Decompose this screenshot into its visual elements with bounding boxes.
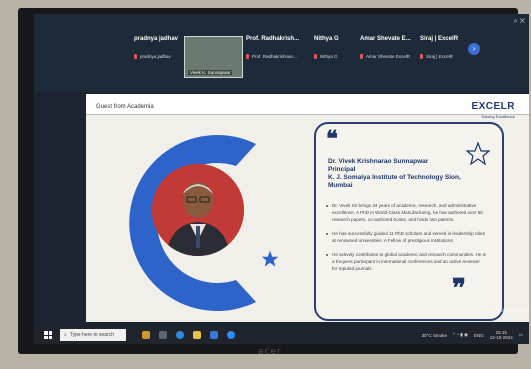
speaker-organization: K. J. Somaiya Institute of Technology Si… bbox=[328, 174, 461, 189]
mic-muted-icon bbox=[360, 54, 363, 60]
logo-tagline: Solving Excellence bbox=[481, 114, 515, 119]
pinned-apps bbox=[142, 331, 235, 339]
logo-word: EXCELR bbox=[471, 101, 515, 112]
taskbar-search-input[interactable]: ⌕ Type here to search bbox=[60, 329, 126, 341]
bio-bullets: Dr. Vivek Sir brings 34 years of academi… bbox=[326, 202, 486, 279]
participant-name: Prof. Radhakrish... bbox=[246, 36, 300, 42]
speaker-profile-card: ❝ Dr. Vivek Krishnarao Sunnapwar Princip… bbox=[314, 122, 504, 321]
windows-start-icon[interactable] bbox=[44, 331, 52, 339]
acer-logo: acer bbox=[258, 347, 282, 357]
bio-bullet: He has successfully guided 11 PhD schola… bbox=[326, 230, 486, 244]
windows-taskbar: ⌕ Type here to search 30°C Smoke ^ ◔ ▮ ◉… bbox=[34, 326, 529, 344]
close-quote-icon: ❞ bbox=[452, 274, 466, 304]
active-speaker-video[interactable]: Vivek K. Sunnapwar bbox=[184, 36, 243, 78]
participant-label: Nithya G bbox=[320, 54, 338, 59]
speaker-role: Principal bbox=[328, 166, 356, 173]
speaker-photo bbox=[152, 164, 244, 256]
clock-date: 12-10-2024 bbox=[489, 335, 513, 340]
participant-tile[interactable]: Siraj | ExcelR Siraj | ExcelR bbox=[420, 36, 459, 60]
participant-label: Siraj | ExcelR bbox=[426, 54, 453, 59]
task-view-icon[interactable] bbox=[159, 331, 167, 339]
store-icon[interactable] bbox=[210, 331, 218, 339]
search-placeholder: Type here to search bbox=[69, 332, 115, 338]
bio-bullet: He actively contributes to global academ… bbox=[326, 251, 486, 272]
star-icon bbox=[261, 250, 279, 267]
weather-widget[interactable]: 30°C Smoke bbox=[422, 333, 447, 338]
more-options-icon[interactable]: ⌕ ✕ bbox=[514, 18, 525, 26]
mic-muted-icon bbox=[246, 54, 249, 60]
clock[interactable]: 15:15 12-10-2024 bbox=[490, 330, 513, 340]
participant-label: Prof. Radhakrishnan... bbox=[252, 54, 297, 59]
speaker-details: Dr. Vivek Krishnarao Sunnapwar Principal… bbox=[328, 158, 468, 190]
mic-muted-icon bbox=[420, 54, 423, 60]
participant-tile[interactable]: Amar Shevate E... Amar Shevate ExcelR bbox=[360, 36, 411, 60]
participant-tile[interactable]: Nithya G Nithya G bbox=[314, 36, 339, 60]
edge-icon[interactable] bbox=[176, 331, 184, 339]
open-quote-icon: ❝ bbox=[326, 126, 338, 152]
system-tray: 30°C Smoke ^ ◔ ▮ ◉ ENG 15:15 12-10-2024 … bbox=[422, 330, 523, 340]
notifications-icon[interactable]: ▭ bbox=[519, 332, 523, 338]
slide-header: Guest from Academia EXCELR Solving Excel… bbox=[86, 94, 529, 119]
search-icon: ⌕ bbox=[64, 332, 67, 338]
speaker-name: Dr. Vivek Krishnarao Sunnapwar bbox=[328, 158, 429, 165]
participant-name: pradnya jadhav bbox=[134, 36, 179, 42]
mic-muted-icon bbox=[314, 54, 317, 60]
zoom-icon[interactable] bbox=[227, 331, 235, 339]
star-outline-icon bbox=[466, 142, 490, 166]
next-participants-button[interactable]: › bbox=[468, 43, 480, 55]
monitor-screen: ⌕ ✕ pradnya jadhav pradnya jadhav Vivek … bbox=[34, 14, 529, 344]
app-icon[interactable] bbox=[142, 331, 150, 339]
shared-slide: Guest from Academia EXCELR Solving Excel… bbox=[86, 94, 529, 322]
language-indicator[interactable]: ENG bbox=[474, 333, 484, 338]
activate-windows-watermark: Activate Windows bbox=[489, 308, 529, 314]
participant-name: Amar Shevate E... bbox=[360, 36, 411, 42]
participant-name: Nithya G bbox=[314, 36, 339, 42]
bio-bullet: Dr. Vivek Sir brings 34 years of academi… bbox=[326, 202, 486, 223]
slide-title: Guest from Academia bbox=[96, 104, 154, 110]
participant-label: Amar Shevate ExcelR bbox=[366, 54, 411, 59]
tray-icons[interactable]: ^ ◔ ▮ ◉ bbox=[453, 332, 468, 338]
video-caption: Vivek K. Sunnapwar bbox=[188, 70, 233, 75]
participant-strip: ⌕ ✕ pradnya jadhav pradnya jadhav Vivek … bbox=[34, 14, 529, 92]
mic-muted-icon bbox=[134, 54, 137, 60]
excelr-logo: EXCELR Solving Excellence bbox=[471, 96, 515, 119]
file-explorer-icon[interactable] bbox=[193, 331, 201, 339]
participant-tile[interactable]: pradnya jadhav pradnya jadhav bbox=[134, 36, 179, 60]
participant-tile[interactable]: Prof. Radhakrish... Prof. Radhakrishnan.… bbox=[246, 36, 300, 60]
participant-name: Siraj | ExcelR bbox=[420, 36, 459, 42]
participant-label: pradnya jadhav bbox=[140, 54, 171, 59]
